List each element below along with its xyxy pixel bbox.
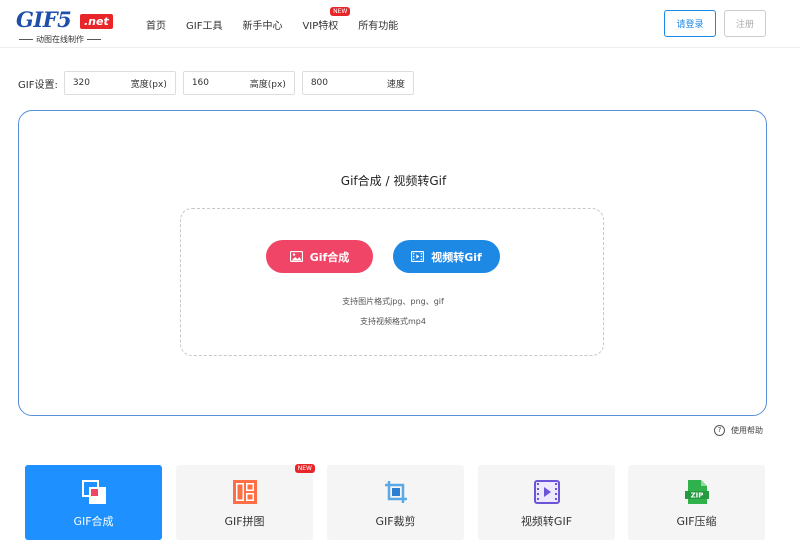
nav-gif-tools[interactable]: GIF工具 bbox=[186, 17, 222, 32]
tool-gif-compose[interactable]: GIF合成 bbox=[25, 465, 162, 540]
crop-icon bbox=[385, 481, 407, 503]
logo-net-badge: .net bbox=[80, 14, 113, 29]
height-value: 160 bbox=[191, 78, 210, 88]
tool-gif-compress[interactable]: ZIP GIF压缩 bbox=[628, 465, 765, 540]
width-value: 320 bbox=[72, 78, 91, 88]
svg-text:ZIP: ZIP bbox=[691, 492, 704, 500]
video-to-gif-icon bbox=[534, 480, 560, 504]
tool-gif-puzzle[interactable]: GIF拼图 NEW bbox=[176, 464, 315, 540]
tool-label: GIF合成 bbox=[73, 515, 114, 528]
video-to-gif-button[interactable]: 视频转Gif bbox=[393, 240, 500, 273]
width-input[interactable]: 320 宽度(px) bbox=[63, 71, 176, 95]
main-nav: 首页 GIF工具 新手中心 VIP特权 NEW 所有功能 bbox=[146, 0, 418, 48]
gif-compose-label: Gif合成 bbox=[309, 250, 350, 264]
width-unit: 宽度(px) bbox=[130, 79, 167, 90]
nav-home[interactable]: 首页 bbox=[146, 17, 166, 32]
tool-label: 视频转GIF bbox=[520, 515, 573, 528]
settings-label: GIF设置: bbox=[18, 79, 58, 91]
support-video-formats: 支持视频格式mp4 bbox=[360, 317, 426, 326]
video-to-gif-label: 视频转Gif bbox=[431, 250, 482, 264]
gif-settings: GIF设置: 320 宽度(px) 160 高度(px) 800 速度 bbox=[18, 71, 421, 95]
help-label: 使用帮助 bbox=[731, 426, 763, 435]
tool-label: GIF拼图 bbox=[224, 515, 265, 528]
tool-label: GIF裁剪 bbox=[375, 515, 416, 528]
gif-compose-icon bbox=[82, 480, 106, 504]
height-input[interactable]: 160 高度(px) bbox=[182, 71, 295, 95]
speed-input[interactable]: 800 速度 bbox=[301, 71, 414, 95]
nav-vip[interactable]: VIP特权 NEW bbox=[302, 6, 351, 32]
gif-puzzle-icon bbox=[233, 480, 257, 504]
nav-all-features[interactable]: 所有功能 bbox=[358, 17, 398, 32]
panel-title: Gif合成 / 视频转Gif bbox=[340, 174, 447, 188]
tool-label: GIF压缩 bbox=[676, 515, 717, 528]
logo-text: GIF5 bbox=[16, 7, 72, 32]
nav-vip-label: VIP特权 bbox=[302, 20, 339, 32]
support-image-formats: 支持图片格式jpg、png、gif bbox=[342, 297, 444, 306]
nav-beginner-center[interactable]: 新手中心 bbox=[242, 17, 282, 32]
top-header: GIF5 .net 动图在线制作 首页 GIF工具 新手中心 VIP特权 NEW… bbox=[0, 0, 800, 48]
tool-gif-crop[interactable]: GIF裁剪 bbox=[327, 465, 464, 540]
height-unit: 高度(px) bbox=[249, 79, 286, 90]
zip-icon: ZIP bbox=[685, 480, 709, 504]
help-link[interactable]: ? 使用帮助 bbox=[714, 425, 763, 436]
register-button[interactable]: 注册 bbox=[724, 10, 766, 37]
drop-zone[interactable]: Gif合成 视频转Gif 支持图片格式jpg、png、gif 支持视频格式mp4 bbox=[180, 208, 604, 356]
site-logo[interactable]: GIF5 .net 动图在线制作 bbox=[16, 8, 116, 44]
speed-unit: 速度 bbox=[386, 79, 405, 90]
gif-compose-button[interactable]: Gif合成 bbox=[266, 240, 373, 273]
film-icon bbox=[411, 251, 425, 262]
new-badge: NEW bbox=[294, 464, 315, 473]
new-badge: NEW bbox=[330, 6, 351, 16]
logo-tagline: 动图在线制作 bbox=[16, 35, 104, 45]
question-icon: ? bbox=[714, 425, 725, 436]
login-button[interactable]: 请登录 bbox=[664, 10, 716, 37]
upload-panel: Gif合成 / 视频转Gif Gif合成 视频转Gif 支持图片格式jpg、pn… bbox=[18, 110, 767, 416]
tool-video-to-gif[interactable]: 视频转GIF bbox=[478, 465, 615, 540]
image-icon bbox=[289, 251, 303, 262]
speed-value: 800 bbox=[310, 78, 329, 88]
